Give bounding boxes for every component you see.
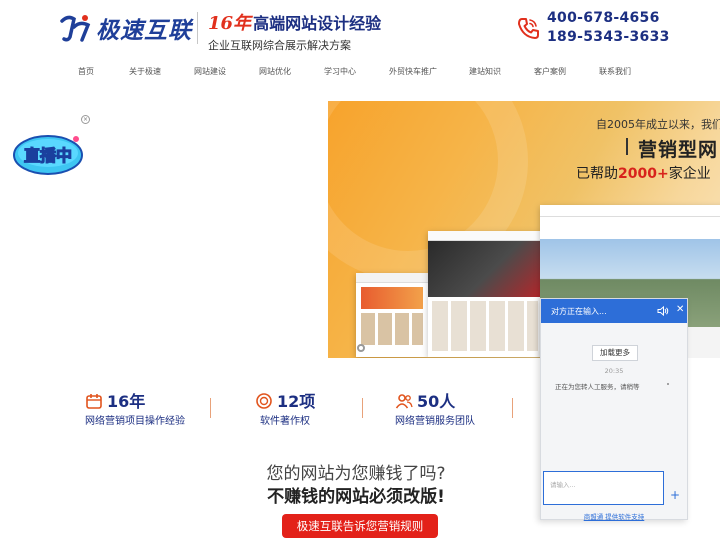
team-icon [395,394,413,409]
stat-label: 网络营销项目操作经验 [85,416,185,427]
stat-divider [512,398,513,418]
chat-timestamp: 20:35 [604,367,624,375]
banner-tag-prefix: 已帮助 [576,166,618,182]
live-badge[interactable]: 直播中 [10,129,85,179]
live-badge-close-icon[interactable]: × [81,115,90,124]
medal-icon [256,393,272,409]
main-nav: 首页 关于极速 网站建设 网站优化 学习中心 外贸快车推广 建站知识 客户案例 … [60,62,660,80]
stat-copyrights: 12项 软件著作权 [255,390,325,430]
banner-site-screenshot [428,231,542,357]
chat-widget: 对方正在输入... ✕ 加载更多 20:35 正在为您转人工服务，请稍等 + 商… [540,298,688,521]
banner-site-screenshot [356,273,428,357]
marketing-rules-button[interactable]: 极速互联告诉您营销规则 [282,514,438,538]
logo[interactable]: 极速互联 [58,10,192,46]
page: 极速互联 16年 高端网站设计经验 企业互联网综合展示解决方案 400-678-… [0,0,720,540]
chat-header: 对方正在输入... ✕ [541,299,687,323]
slogan: 16年 高端网站设计经验 企业互联网综合展示解决方案 [208,9,381,53]
nav-item-cases[interactable]: 客户案例 [534,66,566,77]
chat-scrollbar[interactable] [667,383,669,385]
nav-item-seo[interactable]: 网站优化 [259,66,291,77]
nav-item-contact[interactable]: 联系我们 [599,66,631,77]
banner-top-text: 自2005年成立以来，我们 [596,118,720,131]
nav-item-about[interactable]: 关于极速 [129,66,161,77]
stat-number: 50人 [417,392,456,411]
stat-number: 12项 [277,392,316,411]
chat-load-more-button[interactable]: 加载更多 [592,345,638,361]
phone-icon [518,18,539,39]
slogan-subtitle: 企业互联网综合展示解决方案 [208,39,351,52]
banner-tagline: 已帮助2000+家企业 [576,163,711,183]
chat-footer-link[interactable]: 商盟通 提供软件支持 [541,511,687,521]
nav-item-trade-promotion[interactable]: 外贸快车推广 [389,66,437,77]
stat-team: 50人 网络营销服务团队 [395,390,495,430]
stat-divider [362,398,363,418]
banner-title: 营销型网 [638,139,719,161]
banner-tag-highlight: 2000+ [618,166,669,182]
chat-message: 正在为您转人工服务，请稍等 [555,383,640,391]
chat-input-box[interactable] [543,471,664,505]
banner-slide-indicator[interactable] [357,344,365,352]
nav-item-website-building[interactable]: 网站建设 [194,66,226,77]
logo-text: 极速互联 [96,17,192,44]
stat-label: 软件著作权 [260,416,310,427]
volume-icon[interactable] [657,305,669,317]
chat-close-icon[interactable]: ✕ [676,304,684,316]
banner-tag-suffix: 家企业 [668,166,711,182]
calendar-icon [86,394,102,409]
stat-number: 16年 [107,392,146,411]
slogan-years: 16年 [208,13,252,34]
logo-mark-icon [60,15,91,42]
add-icon[interactable]: + [670,489,680,501]
slogan-title: 高端网站设计经验 [253,14,382,33]
nav-item-home[interactable]: 首页 [78,66,94,77]
nav-item-learning[interactable]: 学习中心 [324,66,356,77]
stat-experience: 16年 网络营销项目操作经验 [85,390,195,430]
phone-number-1[interactable]: 400-678-4656 [547,9,670,28]
phone-number-2[interactable]: 189-5343-3633 [547,28,670,47]
live-badge-label: 直播中 [24,146,72,165]
phone-numbers[interactable]: 400-678-4656 189-5343-3633 [547,9,670,47]
stat-divider [210,398,211,418]
banner-title-bar [626,138,628,155]
chat-input[interactable] [544,478,663,492]
nav-item-knowledge[interactable]: 建站知识 [469,66,501,77]
chat-title: 对方正在输入... [551,307,607,316]
stat-label: 网络营销服务团队 [395,416,475,427]
header-divider [197,12,198,44]
